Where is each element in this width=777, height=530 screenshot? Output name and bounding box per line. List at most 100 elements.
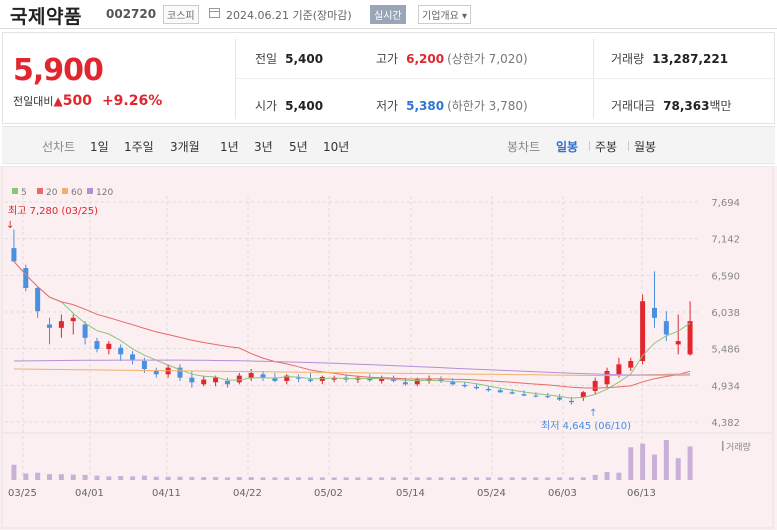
realtime-button[interactable]: 실시간 — [370, 5, 406, 24]
candle-body — [509, 392, 515, 394]
divider — [593, 39, 594, 119]
period-10y[interactable]: 10년 — [323, 138, 349, 155]
quote-date: 2024.06.21 기준(장마감) — [226, 9, 352, 22]
candle-body — [236, 375, 242, 383]
x-tick-label: 06/03 — [548, 488, 577, 499]
volume-bar — [296, 477, 302, 480]
volume-bar — [141, 475, 147, 480]
up-arrow-icon: ↑ — [589, 408, 597, 419]
volume-bar — [213, 477, 219, 480]
volume-bar — [402, 477, 408, 480]
x-tick-label: 05/02 — [314, 488, 343, 499]
header-divider — [0, 28, 777, 29]
legend-swatch — [62, 188, 68, 194]
candle-body — [118, 347, 124, 355]
period-3m[interactable]: 3개월 — [170, 138, 200, 155]
volume-bar — [236, 477, 242, 480]
legend-swatch — [37, 188, 43, 194]
volume-bar — [70, 474, 76, 480]
divider — [235, 39, 236, 119]
market-badge: 코스피 — [163, 5, 199, 24]
volume-bar — [130, 476, 136, 480]
volume-bar — [414, 477, 420, 480]
period-5y[interactable]: 5년 — [289, 138, 308, 155]
period-3y[interactable]: 3년 — [254, 138, 273, 155]
volume-bar — [94, 475, 100, 480]
candle-monthly[interactable]: 월봉 — [634, 138, 656, 155]
candle-body — [224, 380, 230, 385]
candle-body — [213, 377, 219, 383]
candle-body — [557, 397, 563, 400]
volume-bar — [675, 458, 681, 480]
period-1d[interactable]: 1일 — [90, 138, 109, 155]
candle-body — [106, 343, 112, 350]
candle-body — [545, 396, 551, 398]
volume-bar — [23, 473, 29, 480]
candlestick-chart[interactable]: 5 20 60 120 7,694 7,142 6,590 6,038 5,486 4,934 4,… — [0, 166, 777, 530]
volume-bar — [307, 477, 313, 480]
legend-label: 5 — [21, 188, 27, 198]
candle-body — [651, 307, 657, 318]
candle-body — [568, 400, 574, 403]
change-percent: +9.26% — [101, 93, 163, 109]
volume-bar — [260, 477, 266, 480]
up-triangle-icon: ▲ — [53, 94, 63, 108]
candle-weekly[interactable]: 주봉 — [595, 138, 617, 155]
candle-body — [474, 386, 480, 389]
low-annotation: 최저 4,645 (06/10) — [541, 420, 631, 432]
volume-bar — [604, 472, 610, 480]
volume-bar — [651, 454, 657, 480]
period-1y[interactable]: 1년 — [220, 138, 239, 155]
down-arrow-icon: ↓ — [6, 220, 14, 231]
y-tick-label: 7,142 — [711, 235, 740, 246]
volume-bar — [367, 477, 373, 480]
quote-panel: 5,900 전일대비▲500 +9.26% 전일 5,400 시가 5,400 고가 6… — [2, 32, 775, 124]
candle-body — [307, 379, 313, 381]
volume-bar — [568, 477, 574, 480]
volume-bar — [628, 447, 634, 480]
y-tick-label: 5,486 — [711, 345, 740, 356]
candle-body — [402, 382, 408, 385]
candle-body — [462, 384, 468, 387]
volume-bar — [592, 474, 598, 480]
volume-bar — [201, 477, 207, 480]
volume-bar — [165, 476, 171, 480]
candle-body — [82, 324, 88, 338]
volume-bar — [485, 477, 491, 480]
candle-body — [130, 354, 136, 360]
period-1w[interactable]: 1주일 — [124, 138, 154, 155]
legend-label: 20 — [46, 188, 58, 198]
high-annotation: 최고 7,280 (03/25) — [8, 205, 98, 217]
volume-bar — [343, 477, 349, 480]
volume-bar — [82, 474, 88, 480]
candle-body — [675, 341, 681, 345]
trade-value-stat: 거래대금 78,363백만 — [611, 99, 732, 113]
x-tick-label: 06/13 — [627, 488, 656, 499]
price-change: 전일대비▲500 +9.26% — [13, 93, 162, 109]
candle-body — [485, 388, 491, 391]
stock-code: 002720 — [106, 7, 157, 21]
candle-body — [11, 248, 17, 262]
volume-bar — [331, 477, 337, 480]
x-tick-label: 04/11 — [152, 488, 181, 499]
candle-body — [521, 394, 527, 396]
calendar-icon — [209, 8, 220, 18]
candle-body — [201, 379, 207, 385]
divider — [628, 141, 629, 151]
volume-bar — [509, 477, 515, 480]
company-overview-dropdown[interactable]: 기업개요 ▾ — [418, 5, 472, 24]
y-tick-label: 6,590 — [711, 271, 740, 282]
volume-bar — [426, 477, 432, 480]
candle-body — [248, 372, 254, 378]
stock-header: 국제약품 002720 코스피 2024.06.21 기준(장마감) 실시간 기… — [0, 0, 777, 29]
candle-body — [23, 268, 29, 288]
candle-body — [687, 321, 693, 355]
volume-bar — [557, 477, 563, 480]
x-tick-label: 04/01 — [75, 488, 104, 499]
volume-bar — [189, 477, 195, 480]
volume-bar — [521, 477, 527, 480]
x-tick-label: 04/22 — [233, 488, 262, 499]
candle-daily[interactable]: 일봉 — [556, 138, 578, 155]
y-tick-label: 7,694 — [711, 198, 740, 209]
volume-bar — [640, 443, 646, 480]
